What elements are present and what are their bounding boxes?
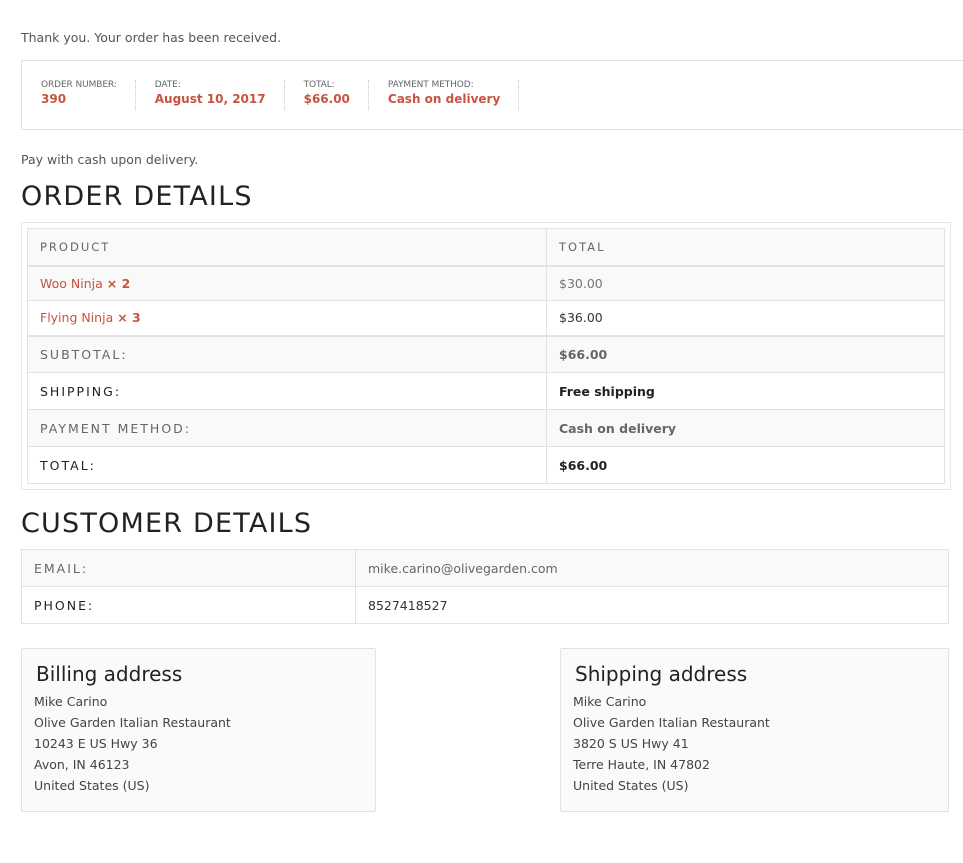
- order-number-value: 390: [41, 92, 67, 106]
- product-total: $30.00: [546, 265, 945, 301]
- subtotal-label: SUBTOTAL:: [27, 334, 547, 373]
- product-cell: Woo Ninja × 2: [27, 265, 547, 301]
- overview-date: DATE: August 10, 2017: [136, 80, 285, 110]
- customer-details-table: EMAIL: mike.carino@olivegarden.com PHONE…: [21, 549, 949, 624]
- billing-street: 10243 E US Hwy 36: [34, 736, 158, 751]
- product-link[interactable]: Woo Ninja × 2: [40, 276, 130, 291]
- table-header-row: PRODUCT TOTAL: [27, 228, 945, 267]
- overview-payment-method: PAYMENT METHOD: Cash on delivery: [369, 80, 520, 110]
- order-number-label: ORDER NUMBER:: [41, 80, 117, 90]
- order-total-value: $66.00: [546, 446, 945, 484]
- overview-total: TOTAL: $66.00: [285, 80, 369, 110]
- product-total: $36.00: [546, 300, 945, 336]
- shipping-street: 3820 S US Hwy 41: [573, 736, 689, 751]
- phone-value: 8527418527: [355, 586, 949, 624]
- product-quantity: × 2: [106, 275, 131, 291]
- shipping-address-box: Shipping address Mike Carino Olive Garde…: [560, 648, 949, 812]
- product-link[interactable]: Flying Ninja × 3: [40, 310, 141, 325]
- customer-details-heading: CUSTOMER DETAILS: [21, 508, 313, 539]
- billing-city-state-zip: Avon, IN 46123: [34, 757, 130, 772]
- payment-instructions: Pay with cash upon delivery.: [21, 152, 199, 167]
- payment-method-row: PAYMENT METHOD: Cash on delivery: [27, 409, 945, 447]
- date-label: DATE:: [154, 80, 181, 90]
- total-label: TOTAL:: [303, 80, 335, 90]
- billing-name: Mike Carino: [34, 694, 108, 709]
- payment-method-label: PAYMENT METHOD:: [387, 80, 474, 90]
- product-quantity: × 3: [117, 310, 141, 326]
- order-details-table-wrapper: PRODUCT TOTAL Woo Ninja × 2 $30.00 Flyin…: [21, 222, 951, 490]
- date-value: August 10, 2017: [154, 92, 266, 106]
- shipping-name: Mike Carino: [573, 694, 647, 709]
- overview-order-number: ORDER NUMBER: 390: [22, 80, 136, 110]
- phone-label: PHONE:: [21, 586, 356, 624]
- product-cell: Flying Ninja × 3: [27, 300, 547, 336]
- billing-address-heading: Billing address: [36, 662, 183, 686]
- shipping-label: SHIPPING:: [27, 372, 547, 410]
- shipping-country: United States (US): [573, 778, 689, 793]
- shipping-value: Free shipping: [546, 372, 945, 410]
- payment-method-value: Cash on delivery: [387, 92, 501, 106]
- product-column-header: PRODUCT: [27, 228, 547, 267]
- subtotal-value: $66.00: [546, 334, 945, 373]
- order-total-row: TOTAL: $66.00: [27, 446, 945, 484]
- email-label: EMAIL:: [21, 549, 356, 587]
- table-row: Flying Ninja × 3 $36.00: [27, 300, 945, 336]
- shipping-company: Olive Garden Italian Restaurant: [573, 715, 770, 730]
- order-details-heading: ORDER DETAILS: [21, 181, 253, 212]
- order-overview: ORDER NUMBER: 390 DATE: August 10, 2017 …: [21, 60, 963, 130]
- total-column-header: TOTAL: [546, 228, 945, 267]
- shipping-row: SHIPPING: Free shipping: [27, 372, 945, 410]
- order-total-label: TOTAL:: [27, 446, 547, 484]
- shipping-city-state-zip: Terre Haute, IN 47802: [573, 757, 710, 772]
- subtotal-row: SUBTOTAL: $66.00: [27, 334, 945, 373]
- payment-method-row-label: PAYMENT METHOD:: [27, 409, 547, 447]
- email-value: mike.carino@olivegarden.com: [355, 549, 949, 587]
- payment-method-row-value: Cash on delivery: [546, 409, 945, 447]
- order-details-table: PRODUCT TOTAL Woo Ninja × 2 $30.00 Flyin…: [27, 228, 945, 484]
- billing-company: Olive Garden Italian Restaurant: [34, 715, 231, 730]
- order-received-message: Thank you. Your order has been received.: [21, 30, 282, 45]
- email-row: EMAIL: mike.carino@olivegarden.com: [21, 549, 949, 587]
- phone-row: PHONE: 8527418527: [21, 586, 949, 624]
- billing-country: United States (US): [34, 778, 150, 793]
- product-name: Woo Ninja: [40, 275, 103, 291]
- product-name: Flying Ninja: [40, 310, 114, 326]
- table-row: Woo Ninja × 2 $30.00: [27, 265, 945, 301]
- total-value: $66.00: [303, 92, 350, 106]
- shipping-address-heading: Shipping address: [575, 662, 748, 686]
- billing-address-box: Billing address Mike Carino Olive Garden…: [21, 648, 376, 812]
